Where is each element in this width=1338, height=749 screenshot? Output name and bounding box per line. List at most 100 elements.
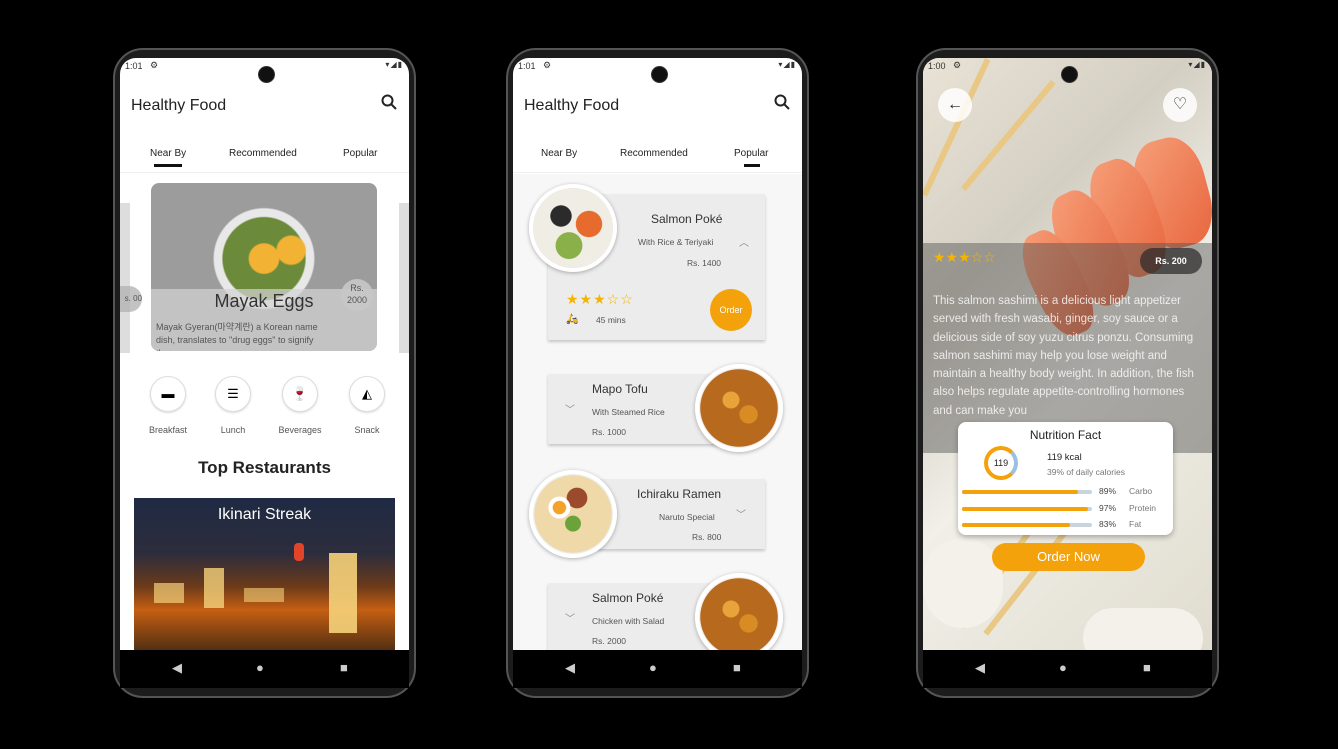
status-time: 1:01 (125, 61, 143, 71)
category-lunch[interactable]: ☰ Lunch (203, 376, 263, 435)
chevron-up-icon[interactable]: ︿ (739, 234, 749, 249)
screen-food-detail: 1:00 ⚙ ▾◢▮ ← ♡ ★★★☆☆ Rs. 200 This salmon… (923, 58, 1212, 650)
category-label: Snack (354, 425, 380, 435)
settings-status-icon: ⚙ (150, 60, 159, 70)
rating-stars: ★★★☆☆ (566, 291, 634, 307)
tab-indicator (154, 164, 182, 167)
back-icon[interactable]: ◀ (565, 660, 575, 676)
item-subtitle: With Rice & Teriyaki (638, 237, 714, 247)
carousel-prev-card[interactable] (120, 203, 130, 353)
price-badge: Rs. 200 (1140, 248, 1202, 274)
item-price: Rs. 1000 (592, 427, 627, 437)
back-arrow-icon[interactable]: ← (938, 88, 972, 122)
search-icon[interactable] (381, 94, 397, 110)
chevron-down-icon[interactable]: ﹀ (736, 506, 746, 521)
home-icon[interactable]: ● (1059, 660, 1067, 675)
status-time: 1:01 (518, 61, 536, 71)
tab-recommended[interactable]: Recommended (229, 148, 297, 159)
system-nav-bar: ◀ ● ■ (513, 650, 802, 688)
protein-label: Protein (1129, 503, 1156, 513)
calorie-ring: 119 (984, 446, 1018, 480)
daily-calories: 39% of daily calories (1047, 467, 1125, 477)
chevron-down-icon[interactable]: ﹀ (565, 401, 575, 416)
list-item-ichiraku-ramen[interactable]: Ichiraku Ramen Naruto Special Rs. 800 ﹀ (597, 479, 765, 549)
order-now-button[interactable]: Order Now (992, 543, 1145, 571)
category-breakfast[interactable]: ▬ Breakfast (138, 376, 198, 435)
carbo-bar-fill (962, 490, 1078, 494)
phone-1: 1:01 ⚙ ▾◢▮ Healthy Food Near By Recommen… (113, 48, 416, 698)
section-title: Top Restaurants (198, 458, 331, 477)
wine-glass-icon: 🍷 (282, 376, 318, 412)
item-subtitle: Naruto Special (659, 512, 715, 522)
toaster-icon: ▬ (150, 376, 186, 412)
recents-icon[interactable]: ■ (733, 660, 741, 675)
app-title: Healthy Food (131, 97, 227, 114)
featured-food-card[interactable]: Mayak Eggs Mayak Gyeran(마약계란) a Korean n… (151, 183, 377, 351)
tab-bar: Near By Recommended Popular (120, 138, 409, 173)
back-icon[interactable]: ◀ (975, 660, 985, 676)
tab-recommended[interactable]: Recommended (620, 148, 688, 159)
home-icon[interactable]: ● (649, 660, 657, 675)
tab-popular[interactable]: Popular (734, 148, 768, 159)
settings-status-icon: ⚙ (953, 60, 962, 70)
app-title: Healthy Food (524, 97, 620, 114)
system-nav-bar: ◀ ● ■ (120, 650, 409, 688)
camera-hole (257, 66, 275, 83)
pizza-icon: ◭ (349, 376, 385, 412)
carbo-bar (962, 490, 1092, 494)
food-description: This salmon sashimi is a delicious light… (933, 295, 1194, 417)
carousel-next-card[interactable] (399, 203, 409, 353)
tab-popular[interactable]: Popular (343, 148, 377, 159)
category-snack[interactable]: ◭ Snack (337, 376, 397, 435)
order-button[interactable]: Order (710, 289, 752, 331)
food-image (529, 470, 617, 558)
heart-icon[interactable]: ♡ (1163, 88, 1197, 122)
protein-pct: 97% (1099, 503, 1117, 513)
recents-icon[interactable]: ■ (340, 660, 348, 675)
delivery-time: 45 mins (596, 315, 626, 325)
burger-icon: ☰ (215, 376, 251, 412)
protein-bar (962, 507, 1092, 511)
item-price: Rs. 1400 (687, 258, 722, 268)
item-title: Mapo Tofu (592, 382, 648, 396)
fat-label: Fat (1129, 519, 1142, 529)
protein-bar-fill (962, 507, 1089, 511)
category-label: Breakfast (148, 425, 188, 435)
fat-pct: 83% (1099, 519, 1117, 529)
screen-home-nearby: 1:01 ⚙ ▾◢▮ Healthy Food Near By Recommen… (120, 58, 409, 650)
restaurant-card[interactable]: Ikinari Streak (134, 498, 395, 650)
search-icon[interactable] (774, 94, 790, 110)
phone-3: 1:00 ⚙ ▾◢▮ ← ♡ ★★★☆☆ Rs. 200 This salmon… (916, 48, 1219, 698)
food-image (529, 184, 617, 272)
item-price: Rs. 800 (692, 532, 722, 542)
item-title: Salmon Poké (651, 212, 723, 226)
signal-battery-icon: ▾◢▮ (385, 60, 403, 69)
scooter-icon: 🛵 (566, 314, 579, 325)
carbo-label: Carbo (1129, 486, 1153, 496)
item-subtitle: Chicken with Salad (592, 616, 665, 626)
phone-2: 1:01 ⚙ ▾◢▮ Healthy Food Near By Recommen… (506, 48, 809, 698)
popular-list: Salmon Poké With Rice & Teriyaki ︿ Rs. 1… (513, 174, 802, 650)
tab-bar: Near By Recommended Popular (513, 138, 802, 173)
settings-status-icon: ⚙ (543, 60, 552, 70)
recents-icon[interactable]: ■ (1143, 660, 1151, 675)
carbo-pct: 89% (1099, 486, 1117, 496)
camera-hole (650, 66, 668, 83)
chevron-down-icon[interactable]: ﹀ (565, 610, 575, 625)
status-time: 1:00 (928, 61, 946, 71)
item-price: Rs. 2000 (592, 636, 627, 646)
tab-near-by[interactable]: Near By (541, 148, 577, 159)
back-icon[interactable]: ◀ (172, 660, 182, 676)
restaurant-name: Ikinari Streak (217, 506, 312, 523)
item-title: Ichiraku Ramen (637, 487, 722, 501)
fat-bar (962, 523, 1092, 527)
item-subtitle: With Steamed Rice (592, 407, 665, 417)
category-beverages[interactable]: 🍷 Beverages (270, 376, 330, 435)
camera-hole (1060, 66, 1078, 83)
kcal-text: 119 kcal (1047, 452, 1082, 463)
home-icon[interactable]: ● (256, 660, 264, 675)
tab-near-by[interactable]: Near By (150, 148, 186, 159)
featured-description: Mayak Gyeran(마약계란) a Korean name dish, t… (156, 322, 318, 351)
screen-popular-list: 1:01 ⚙ ▾◢▮ Healthy Food Near By Recommen… (513, 58, 802, 650)
item-title: Salmon Poké (592, 591, 664, 605)
